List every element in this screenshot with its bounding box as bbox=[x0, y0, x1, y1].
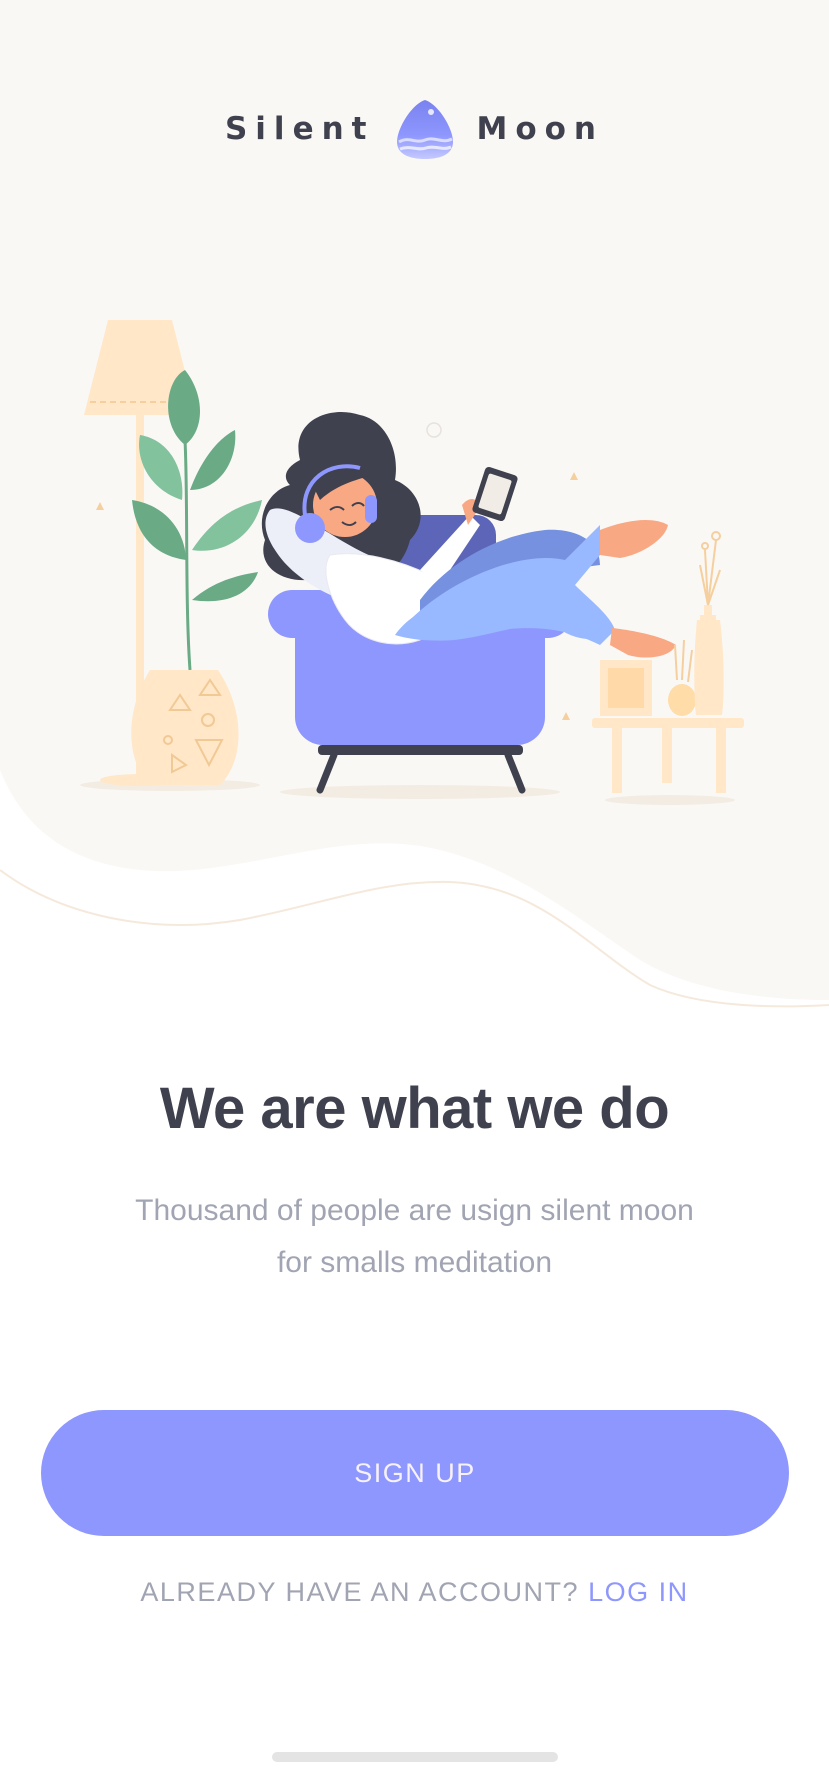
home-indicator[interactable] bbox=[272, 1752, 558, 1762]
brand-header: Silent Moon bbox=[0, 98, 829, 160]
subtitle-line-1: Thousand of people are usign silent moon bbox=[135, 1194, 694, 1227]
login-prompt-text: ALREADY HAVE AN ACCOUNT? bbox=[140, 1577, 580, 1607]
subtitle-line-2: for smalls meditation bbox=[276, 1246, 553, 1279]
moon-logo-icon bbox=[397, 100, 454, 159]
page-title: We are what we do bbox=[159, 1076, 670, 1141]
sign-up-button[interactable]: SIGN UP bbox=[41, 1410, 789, 1536]
woman-relaxing-in-armchair-illustration bbox=[80, 320, 744, 805]
log-in-link[interactable]: LOG IN bbox=[588, 1577, 689, 1607]
brand-name-left: Silent bbox=[224, 111, 375, 147]
login-prompt-row: ALREADY HAVE AN ACCOUNT? LOG IN bbox=[0, 1577, 829, 1608]
brand-name-right: Moon bbox=[476, 111, 604, 147]
subtitle: Thousand of people are usign silent moon… bbox=[0, 1185, 829, 1289]
